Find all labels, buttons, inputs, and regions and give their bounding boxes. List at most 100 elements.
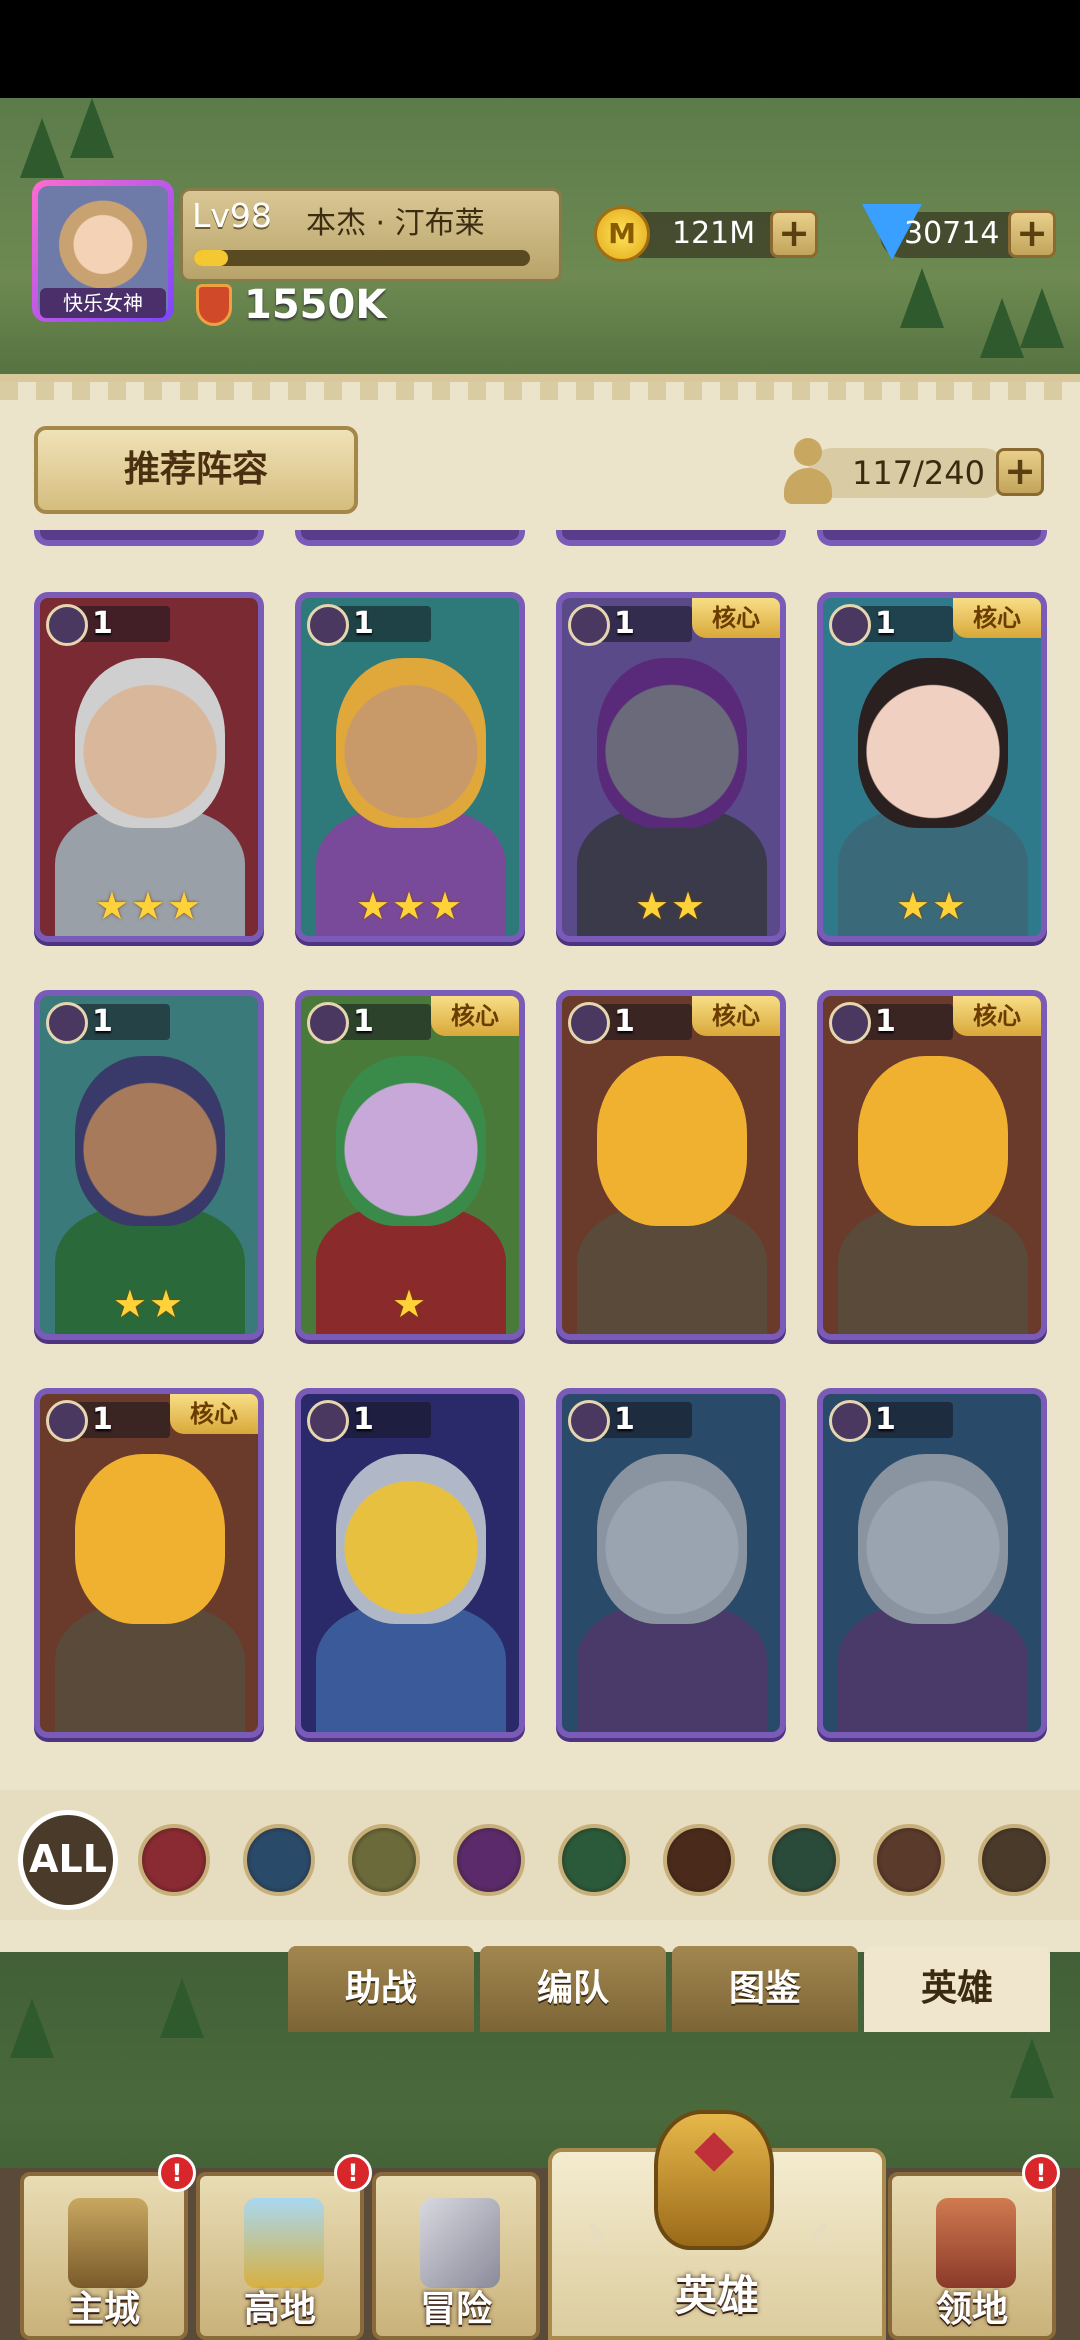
hero-portrait	[823, 996, 1041, 1334]
hero-stars: ★	[391, 1282, 429, 1326]
hero-card-partial[interactable]	[295, 530, 525, 546]
tab-1[interactable]: 编队	[480, 1946, 666, 2032]
expand-hero-slots-button[interactable]: +	[996, 448, 1044, 496]
nav-territory[interactable]: 领地	[888, 2172, 1056, 2340]
hero-card[interactable]: 1 核心	[556, 990, 786, 1340]
shield-icon	[829, 1400, 871, 1442]
hero-card[interactable]: 1	[295, 1388, 525, 1738]
hero-card[interactable]: 1	[556, 1388, 786, 1738]
nav-label: 领地	[935, 2289, 1008, 2330]
hero-portrait	[301, 1394, 519, 1732]
avatar-title: 快乐女神	[40, 288, 166, 318]
tab-0[interactable]: 助战	[288, 1946, 474, 2032]
power-value: 1550K	[244, 282, 387, 328]
staff-icon	[829, 604, 871, 646]
power-shield-icon	[196, 284, 232, 326]
helmet-icon	[654, 2110, 774, 2250]
nav-adventure[interactable]: 冒险	[372, 2172, 540, 2340]
shield-icon	[46, 604, 88, 646]
filter-all-button[interactable]: ALL	[18, 1810, 118, 1910]
core-badge: 核心	[953, 996, 1041, 1036]
hero-level: 1	[92, 606, 113, 641]
hero-level: 1	[614, 1402, 635, 1437]
hero-stars: ★★	[112, 1282, 186, 1326]
hero-card-partial[interactable]	[34, 530, 264, 546]
shield-icon	[568, 1400, 610, 1442]
hero-card-partial[interactable]	[817, 530, 1047, 546]
hero-grid: 1 ★★★ 1 ★★★ 1 核心 ★★ 1 核心 ★★ 1 ★★ 1 核心 ★ 1 核心 1 核心 1 核心 1 1 1	[28, 530, 1060, 1780]
bow-filter-icon[interactable]	[768, 1824, 840, 1896]
hero-card[interactable]: 1 核心	[34, 1388, 264, 1738]
shield-icon	[568, 1002, 610, 1044]
hero-stars: ★★	[634, 884, 708, 928]
staff-icon	[307, 604, 349, 646]
panel-border-decoration	[0, 382, 1080, 400]
hero-level: 1	[92, 1004, 113, 1039]
nav-label: 冒险	[419, 2289, 492, 2330]
xp-bar	[194, 250, 530, 266]
core-badge: 核心	[692, 996, 780, 1036]
nav-heroes-label: 英雄	[674, 2271, 759, 2320]
hero-level: 1	[875, 1004, 896, 1039]
core-badge: 核心	[170, 1394, 258, 1434]
bow-icon	[307, 1002, 349, 1044]
hero-level: 1	[614, 1004, 635, 1039]
alert-badge: !	[334, 2154, 372, 2192]
shield-icon	[46, 1400, 88, 1442]
staff-icon	[46, 1002, 88, 1044]
highland-icon	[244, 2198, 324, 2288]
gold-coin-icon: M	[594, 206, 650, 262]
staff-filter-icon[interactable]	[243, 1824, 315, 1896]
shield-filter-icon[interactable]	[138, 1824, 210, 1896]
recommended-lineup-button[interactable]: 推荐阵容	[34, 426, 358, 514]
gem-amount: 30714	[904, 216, 1000, 251]
hero-portrait	[823, 1394, 1041, 1732]
crossed-swords-filter-icon[interactable]	[558, 1824, 630, 1896]
nav-main-city[interactable]: 主城	[20, 2172, 188, 2340]
player-level: Lv98	[192, 196, 272, 235]
hero-card[interactable]: 1 ★★★	[295, 592, 525, 942]
tab-2[interactable]: 图鉴	[672, 1946, 858, 2032]
hammer-filter-icon[interactable]	[978, 1824, 1050, 1896]
alert-badge: !	[158, 2154, 196, 2192]
xp-bar-fill	[194, 250, 228, 266]
hero-card[interactable]: 1 ★★★	[34, 592, 264, 942]
player-name: 本杰 · 汀布莱	[306, 206, 485, 241]
alert-badge: !	[1022, 2154, 1060, 2192]
crossed-swords-icon	[420, 2198, 500, 2288]
hero-portrait	[562, 1394, 780, 1732]
hero-card[interactable]: 1 核心 ★★	[556, 592, 786, 942]
hero-card[interactable]: 1 ★★	[34, 990, 264, 1340]
nav-highland[interactable]: 高地	[196, 2172, 364, 2340]
hero-portrait	[562, 996, 780, 1334]
add-gems-button[interactable]: +	[1008, 210, 1056, 258]
hero-portrait	[40, 1394, 258, 1732]
hero-card[interactable]: 1 核心 ★	[295, 990, 525, 1340]
shield-icon	[307, 1400, 349, 1442]
hero-stars: ★★★	[355, 884, 465, 928]
castle-icon	[68, 2198, 148, 2288]
hero-level: 1	[353, 1004, 374, 1039]
hero-stars: ★★★	[94, 884, 204, 928]
shield-icon	[568, 604, 610, 646]
hero-card[interactable]: 1 核心 ★★	[817, 592, 1047, 942]
paw-filter-icon[interactable]	[663, 1824, 735, 1896]
hero-card[interactable]: 1	[817, 1388, 1047, 1738]
hero-level: 1	[353, 606, 374, 641]
tab-3[interactable]: 英雄	[864, 1946, 1050, 2032]
person-icon	[782, 438, 834, 506]
territory-icon	[936, 2198, 1016, 2288]
hero-level: 1	[353, 1402, 374, 1437]
bull-filter-icon[interactable]	[873, 1824, 945, 1896]
hero-card[interactable]: 1 核心	[817, 990, 1047, 1340]
hero-level: 1	[875, 1402, 896, 1437]
hero-stars: ★★	[895, 884, 969, 928]
nav-label: 主城	[67, 2289, 140, 2330]
core-badge: 核心	[692, 598, 780, 638]
hero-level: 1	[92, 1402, 113, 1437]
skull-filter-icon[interactable]	[453, 1824, 525, 1896]
holy-filter-icon[interactable]	[348, 1824, 420, 1896]
add-gold-button[interactable]: +	[770, 210, 818, 258]
nav-label: 高地	[243, 2289, 316, 2330]
hero-card-partial[interactable]	[556, 530, 786, 546]
